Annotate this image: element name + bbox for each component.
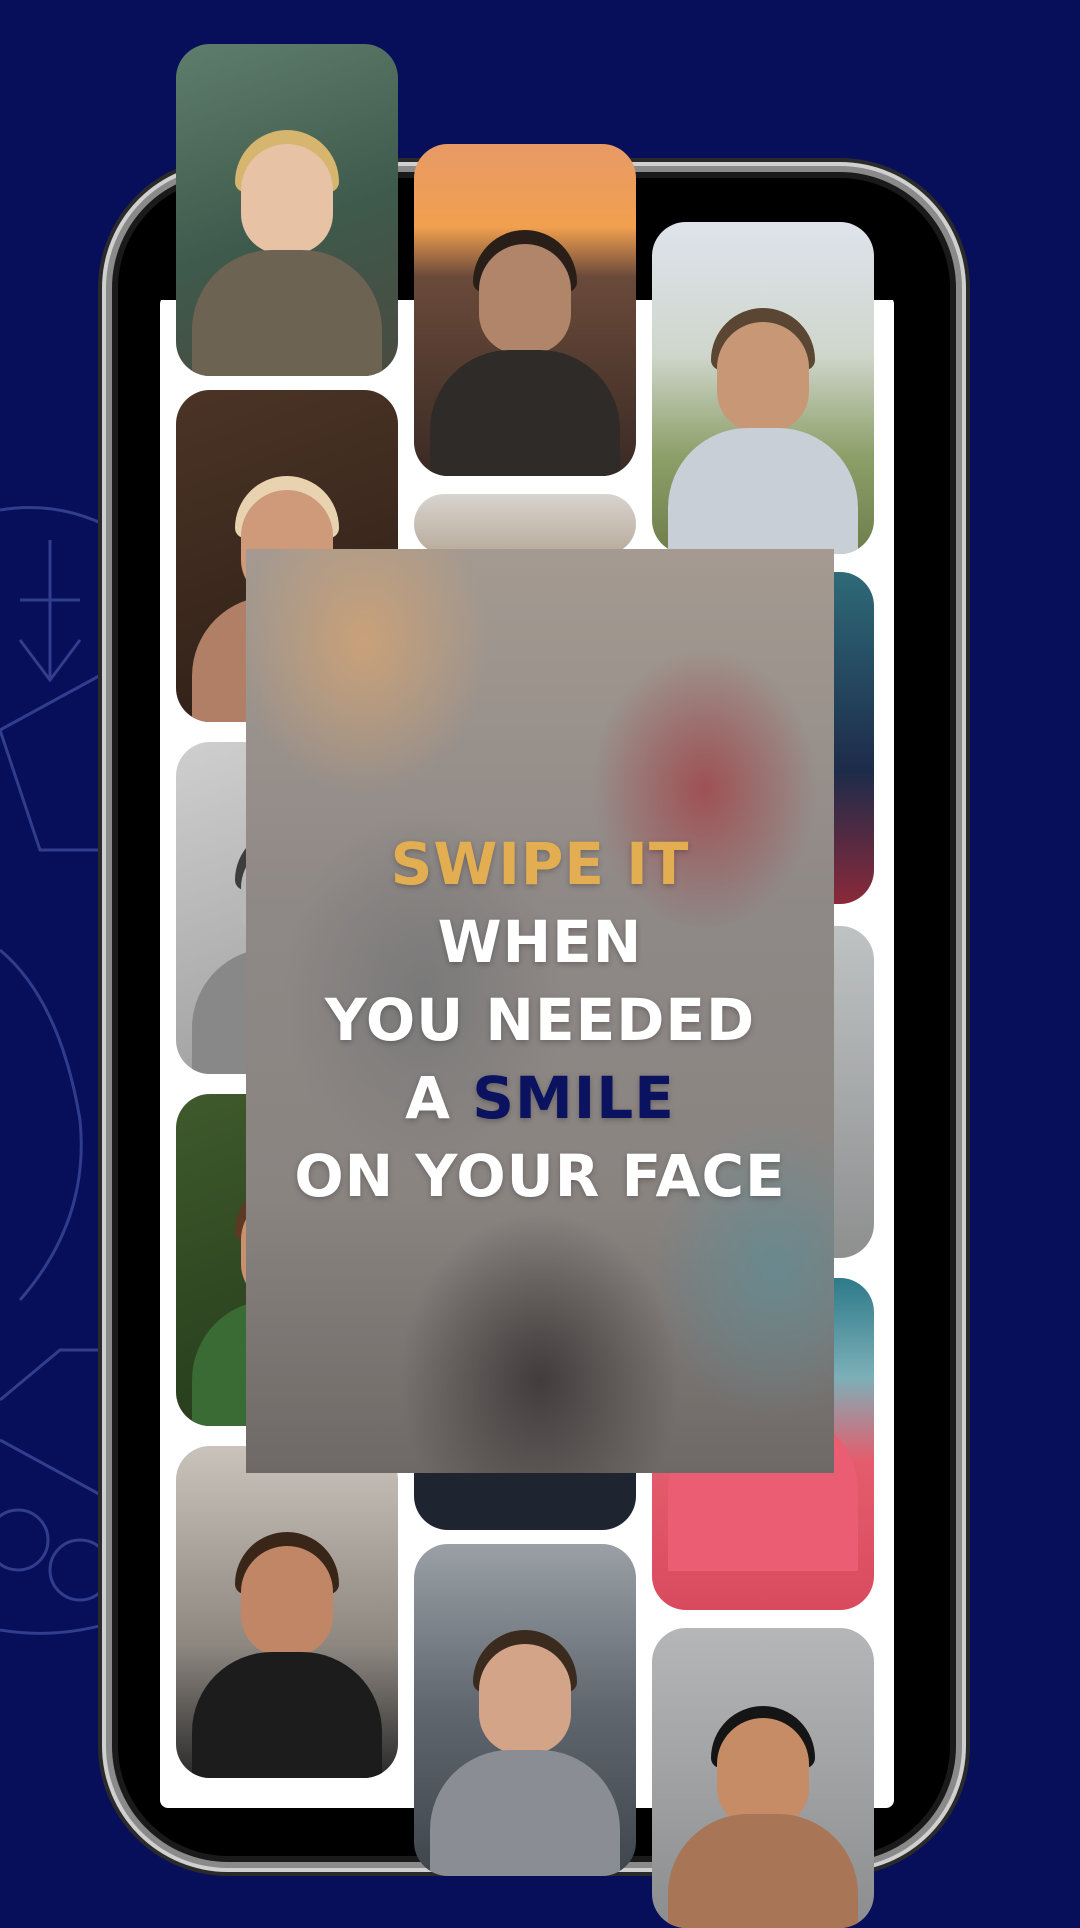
headline-line-5: ON YOUR FACE	[294, 1142, 786, 1210]
photo-blonde-woman	[176, 44, 398, 376]
photo-man-black-tee	[176, 1446, 398, 1778]
headline-line-3: YOU NEEDED	[324, 986, 756, 1054]
photo-man-gray-hoodie	[414, 1544, 636, 1876]
headline-smile-highlight: SMILE	[472, 1064, 675, 1132]
photo-man-glasses-grass	[652, 222, 874, 554]
headline: SWIPE IT WHEN YOU NEEDED A SMILE ON YOUR…	[246, 825, 834, 1215]
zodiac-decoration	[0, 506, 121, 1635]
photo-woman-smiling	[652, 1628, 874, 1928]
headline-line-2: WHEN	[437, 908, 643, 976]
photo-window-partial	[414, 494, 636, 554]
headline-line-4-prefix: A	[405, 1064, 452, 1132]
headline-line-1: SWIPE IT	[390, 830, 690, 898]
headline-line-4: A SMILE	[246, 1059, 834, 1137]
photo-woman-sunset	[414, 144, 636, 476]
